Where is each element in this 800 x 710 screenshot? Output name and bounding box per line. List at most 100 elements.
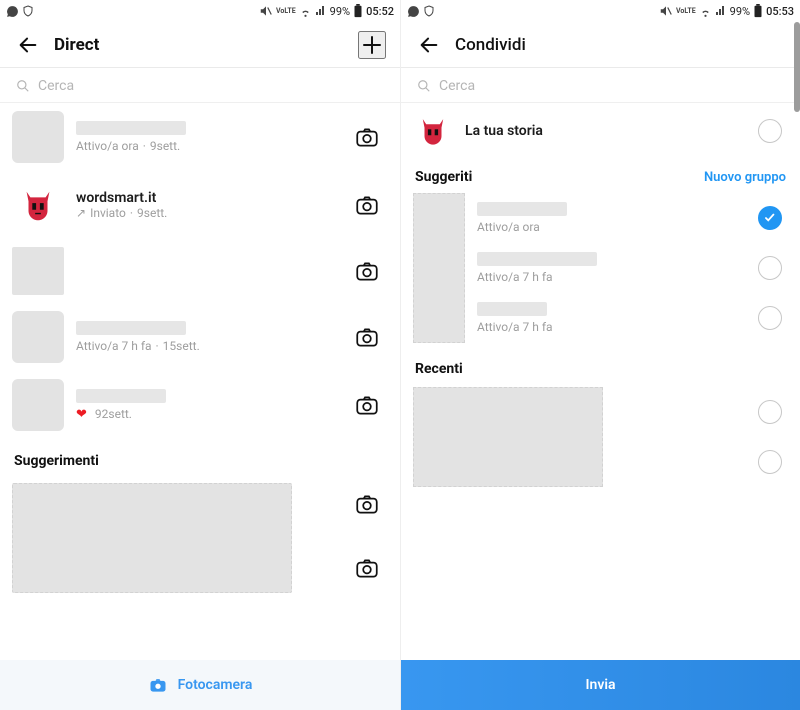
- select-radio[interactable]: [758, 400, 782, 424]
- battery-icon: [753, 4, 763, 18]
- camera-icon: [354, 258, 380, 284]
- signal-icon: [715, 5, 727, 17]
- shield-icon: [423, 5, 435, 17]
- whatsapp-icon: [6, 5, 19, 18]
- share-status: Attivo/a 7 h fa: [477, 320, 758, 334]
- share-list: La tua storia Suggeriti Nuovo gruppo Att…: [401, 103, 800, 710]
- clock: 05:53: [766, 5, 794, 18]
- suggestion-redacted: [12, 483, 292, 593]
- search-icon: [16, 79, 30, 93]
- chat-status: Attivo/a 7 h fa·15sett.: [76, 339, 352, 353]
- avatar: [12, 379, 64, 431]
- search-field[interactable]: Cerca: [0, 68, 400, 102]
- status-bar: VoLTE 99% 05:52: [0, 0, 400, 22]
- screen-direct: VoLTE 99% 05:52 Direct Cerca: [0, 0, 400, 710]
- chat-status: Attivo/a ora·9sett.: [76, 139, 352, 153]
- chat-row[interactable]: [0, 239, 400, 303]
- wifi-icon: [699, 5, 712, 18]
- chat-row[interactable]: ❤92sett.: [0, 371, 400, 439]
- status-bar: VoLTE 99% 05:53: [401, 0, 800, 22]
- share-row[interactable]: Attivo/a ora: [477, 202, 788, 234]
- camera-icon: [354, 555, 380, 581]
- camera-button[interactable]: [352, 256, 382, 286]
- camera-icon: [354, 324, 380, 350]
- story-radio[interactable]: [758, 119, 782, 143]
- direct-list: Attivo/a ora·9sett. wordsmart.i: [0, 103, 400, 710]
- camera-button[interactable]: [352, 122, 382, 152]
- page-title: Condividi: [455, 35, 786, 55]
- signal-icon: [315, 5, 327, 17]
- chat-status: ❤92sett.: [76, 407, 352, 422]
- screen-share: VoLTE 99% 05:53 Condividi Cerca: [400, 0, 800, 710]
- whatsapp-icon: [407, 5, 420, 18]
- share-status: Attivo/a 7 h fa: [477, 270, 758, 284]
- share-status: Attivo/a ora: [477, 220, 758, 234]
- new-message-button[interactable]: [358, 31, 386, 59]
- devil-avatar-icon: [19, 186, 57, 224]
- search-field[interactable]: Cerca: [401, 68, 800, 102]
- battery-text: 99%: [730, 5, 750, 18]
- camera-fill-icon: [148, 675, 168, 695]
- clock: 05:52: [366, 5, 394, 18]
- search-placeholder: Cerca: [38, 78, 74, 94]
- camera-bar-label: Fotocamera: [178, 677, 253, 693]
- new-group-link[interactable]: Nuovo gruppo: [704, 170, 786, 185]
- chat-row[interactable]: Attivo/a ora·9sett.: [0, 103, 400, 171]
- devil-avatar-icon: [416, 114, 450, 148]
- camera-icon: [354, 491, 380, 517]
- mute-icon: [259, 4, 273, 18]
- plus-icon: [360, 33, 384, 57]
- share-header: Condividi: [401, 22, 800, 68]
- select-radio[interactable]: [758, 306, 782, 330]
- chat-row[interactable]: wordsmart.it ↗Inviato·9sett.: [0, 171, 400, 239]
- chat-username: wordsmart.it: [76, 190, 352, 206]
- arrow-left-icon: [17, 34, 39, 56]
- username-redacted: [477, 252, 597, 266]
- suggested-title: Suggeriti: [415, 169, 472, 185]
- scrollbar-thumb[interactable]: [794, 22, 800, 112]
- username-redacted: [76, 121, 186, 135]
- avatar: [413, 111, 453, 151]
- send-label: Invia: [585, 677, 615, 693]
- your-story-row[interactable]: La tua storia: [401, 103, 800, 159]
- search-placeholder: Cerca: [439, 78, 475, 94]
- direct-header: Direct: [0, 22, 400, 68]
- chat-status: ↗Inviato·9sett.: [76, 206, 352, 220]
- camera-button[interactable]: [352, 390, 382, 420]
- select-radio[interactable]: [758, 450, 782, 474]
- camera-icon: [354, 124, 380, 150]
- camera-button[interactable]: [352, 190, 382, 220]
- arrow-left-icon: [418, 34, 440, 56]
- shield-icon: [22, 5, 34, 17]
- username-redacted: [477, 202, 567, 216]
- avatar: [12, 179, 64, 231]
- suggestion-row[interactable]: [0, 475, 400, 601]
- camera-button[interactable]: [352, 322, 382, 352]
- select-radio[interactable]: [758, 206, 782, 230]
- battery-text: 99%: [330, 5, 350, 18]
- camera-icon: [354, 392, 380, 418]
- page-title: Direct: [54, 35, 358, 55]
- avatar: [12, 311, 64, 363]
- chat-row[interactable]: Attivo/a 7 h fa·15sett.: [0, 303, 400, 371]
- avatar: [12, 111, 64, 163]
- camera-button[interactable]: [352, 489, 382, 519]
- send-button[interactable]: Invia: [401, 660, 800, 710]
- volte-icon: VoLTE: [676, 8, 696, 14]
- username-redacted: [76, 321, 186, 335]
- back-button[interactable]: [14, 31, 42, 59]
- your-story-label: La tua storia: [465, 123, 758, 139]
- select-radio[interactable]: [758, 256, 782, 280]
- share-row[interactable]: Attivo/a 7 h fa: [477, 302, 788, 334]
- camera-button[interactable]: [352, 553, 382, 583]
- heart-icon: ❤: [76, 407, 87, 422]
- mute-icon: [659, 4, 673, 18]
- recent-title: Recenti: [401, 347, 800, 383]
- camera-bar-button[interactable]: Fotocamera: [0, 660, 400, 710]
- avatar-redacted: [12, 247, 64, 295]
- camera-icon: [354, 192, 380, 218]
- avatars-redacted: [413, 193, 465, 343]
- share-row[interactable]: Attivo/a 7 h fa: [477, 252, 788, 284]
- back-button[interactable]: [415, 31, 443, 59]
- wifi-icon: [299, 5, 312, 18]
